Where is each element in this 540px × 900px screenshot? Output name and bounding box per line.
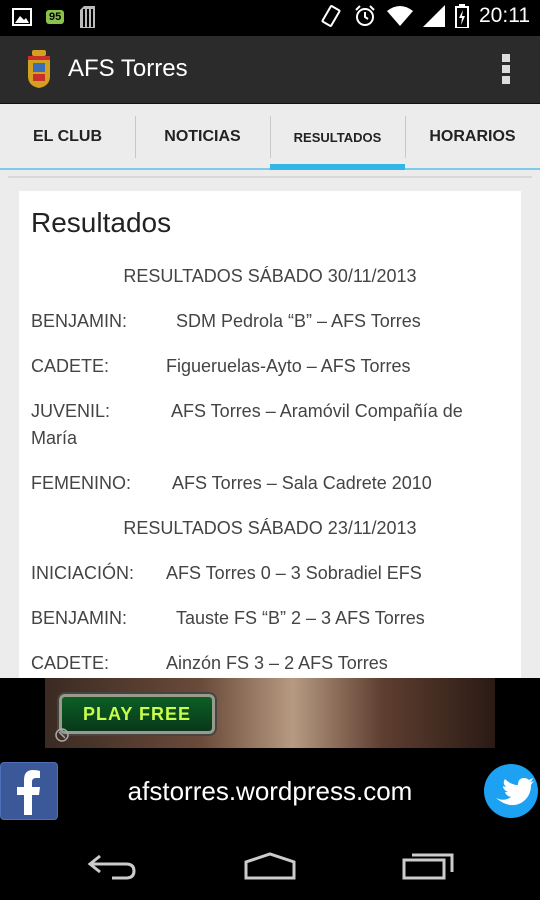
match-text: Ainzón FS 3 – 2 AFS Torres [166,653,388,673]
match-text: SDM Pedrola “B” – AFS Torres [176,311,421,331]
tab-label: EL CLUB [32,128,103,145]
app-bar: AFS Torres [0,36,540,104]
category-label: BENJAMIN: [31,608,128,628]
tab-noticias[interactable]: NOTICIAS [135,104,270,170]
clock: 20:11 [479,4,530,27]
divider [8,176,532,178]
tab-horarios[interactable]: HORARIOS [405,104,540,170]
match-text: Tauste FS “B” 2 – 3 AFS Torres [176,608,425,628]
match-text: Figueruelas-Ayto – AFS Torres [166,356,411,376]
content-area[interactable]: Resultados RESULTADOS SÁBADO 30/11/2013 … [0,170,540,678]
tab-label: HORARIOS [429,128,516,145]
tab-resultados[interactable]: RESULTADOS [270,104,405,170]
category-label: FEMENINO: [31,473,132,493]
match-text-continued: María [31,428,78,448]
home-icon[interactable] [242,850,298,880]
result-row: CADETE: Figueruelas-Ayto – AFS Torres [31,353,501,379]
category-label: JUVENIL: [31,401,111,421]
ad-banner[interactable]: PLAY FREE [45,678,495,748]
category-label: INICIACIÓN: [31,563,135,583]
match-text: AFS Torres – Aramóvil Compañía de [171,401,463,421]
tab-el-club[interactable]: EL CLUB [0,104,135,170]
vibrate-icon [321,5,341,27]
section-title: RESULTADOS SÁBADO 23/11/2013 [123,518,417,538]
footer-bar: afstorres.wordpress.com [0,748,540,832]
ad-info-icon[interactable] [55,728,69,742]
match-text: AFS Torres – Sala Cadrete 2010 [172,473,432,493]
app-title: AFS Torres [68,55,188,82]
image-icon [12,8,32,26]
section-title: RESULTADOS SÁBADO 30/11/2013 [123,266,417,286]
signal-icon [423,5,445,27]
category-label: CADETE: [31,653,110,673]
battery-level-badge: 95 [46,10,65,24]
twitter-icon[interactable] [484,764,538,818]
status-bar: 95 20:11 [0,0,540,36]
result-row: JUVENIL: AFS Torres – Aramóvil Compañía d… [31,398,501,424]
sd-card-icon [80,6,96,28]
results-card: Resultados RESULTADOS SÁBADO 30/11/2013 … [19,191,521,678]
category-label: CADETE: [31,356,110,376]
blog-url-link[interactable]: afstorres.wordpress.com [0,776,540,807]
recent-apps-icon[interactable] [402,850,456,880]
result-row: FEMENINO: AFS Torres – Sala Cadrete 2010 [31,470,501,496]
result-row: INICIACIÓN: AFS Torres 0 – 3 Sobradiel EF… [31,560,501,586]
tab-label: RESULTADOS [293,129,382,145]
result-row: BENJAMIN: SDM Pedrola “B” – AFS Torres [31,308,501,334]
tab-label: NOTICIAS [164,128,241,145]
back-icon[interactable] [86,850,138,880]
tab-bar: EL CLUB NOTICIAS RESULTADOS HORARIOS [0,104,540,170]
alarm-icon [355,5,375,26]
result-row: BENJAMIN: Tauste FS “B” 2 – 3 AFS Torres [31,605,501,631]
category-label: BENJAMIN: [31,311,128,331]
navigation-bar [0,832,540,900]
match-text: AFS Torres 0 – 3 Sobradiel EFS [166,563,422,583]
play-free-button[interactable]: PLAY FREE [59,694,215,734]
crest-icon[interactable] [24,50,54,88]
page-title: Resultados [31,207,172,238]
result-row: CADETE: Ainzón FS 3 – 2 AFS Torres [31,650,501,676]
wifi-icon [387,6,413,26]
overflow-menu-icon[interactable] [502,54,510,84]
battery-charging-icon [455,4,469,28]
